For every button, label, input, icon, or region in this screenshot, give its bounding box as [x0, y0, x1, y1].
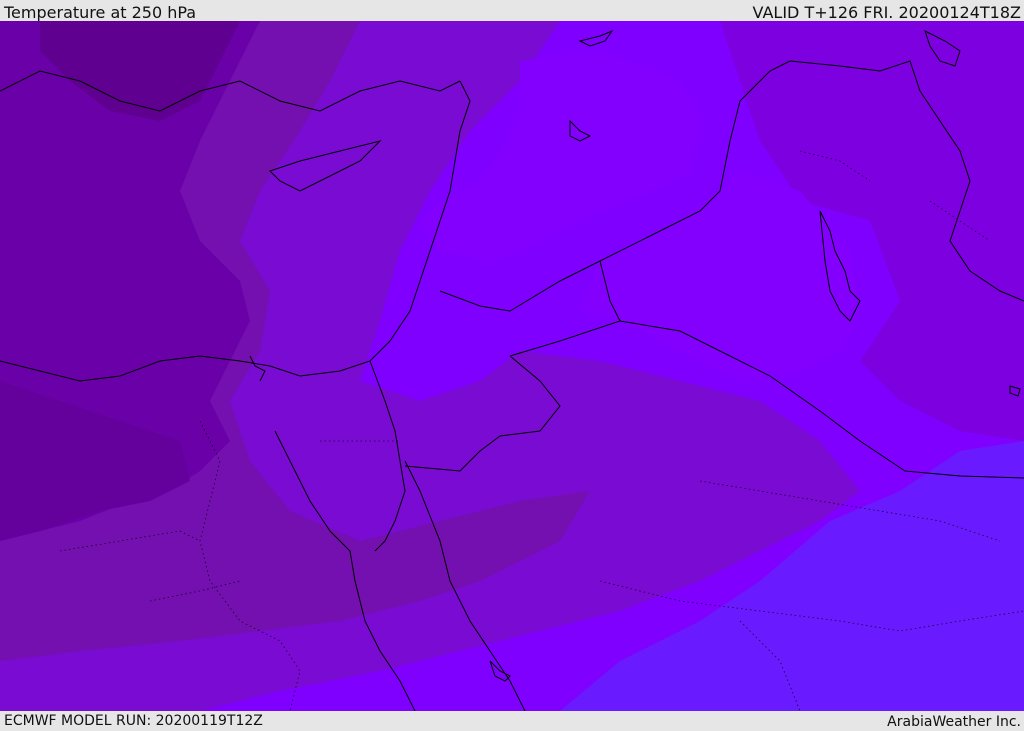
temperature-map[interactable] — [0, 21, 1024, 711]
credit: ArabiaWeather Inc. — [887, 714, 1021, 730]
footer-bar: ECMWF MODEL RUN: 20200119T12Z ArabiaWeat… — [0, 711, 1024, 730]
title-bar: Temperature at 250 hPa VALID T+126 FRI. … — [0, 0, 1024, 22]
valid-time: VALID T+126 FRI. 20200124T18Z — [752, 3, 1021, 22]
model-run: ECMWF MODEL RUN: 20200119T12Z — [4, 713, 263, 729]
map-title: Temperature at 250 hPa — [4, 3, 197, 22]
